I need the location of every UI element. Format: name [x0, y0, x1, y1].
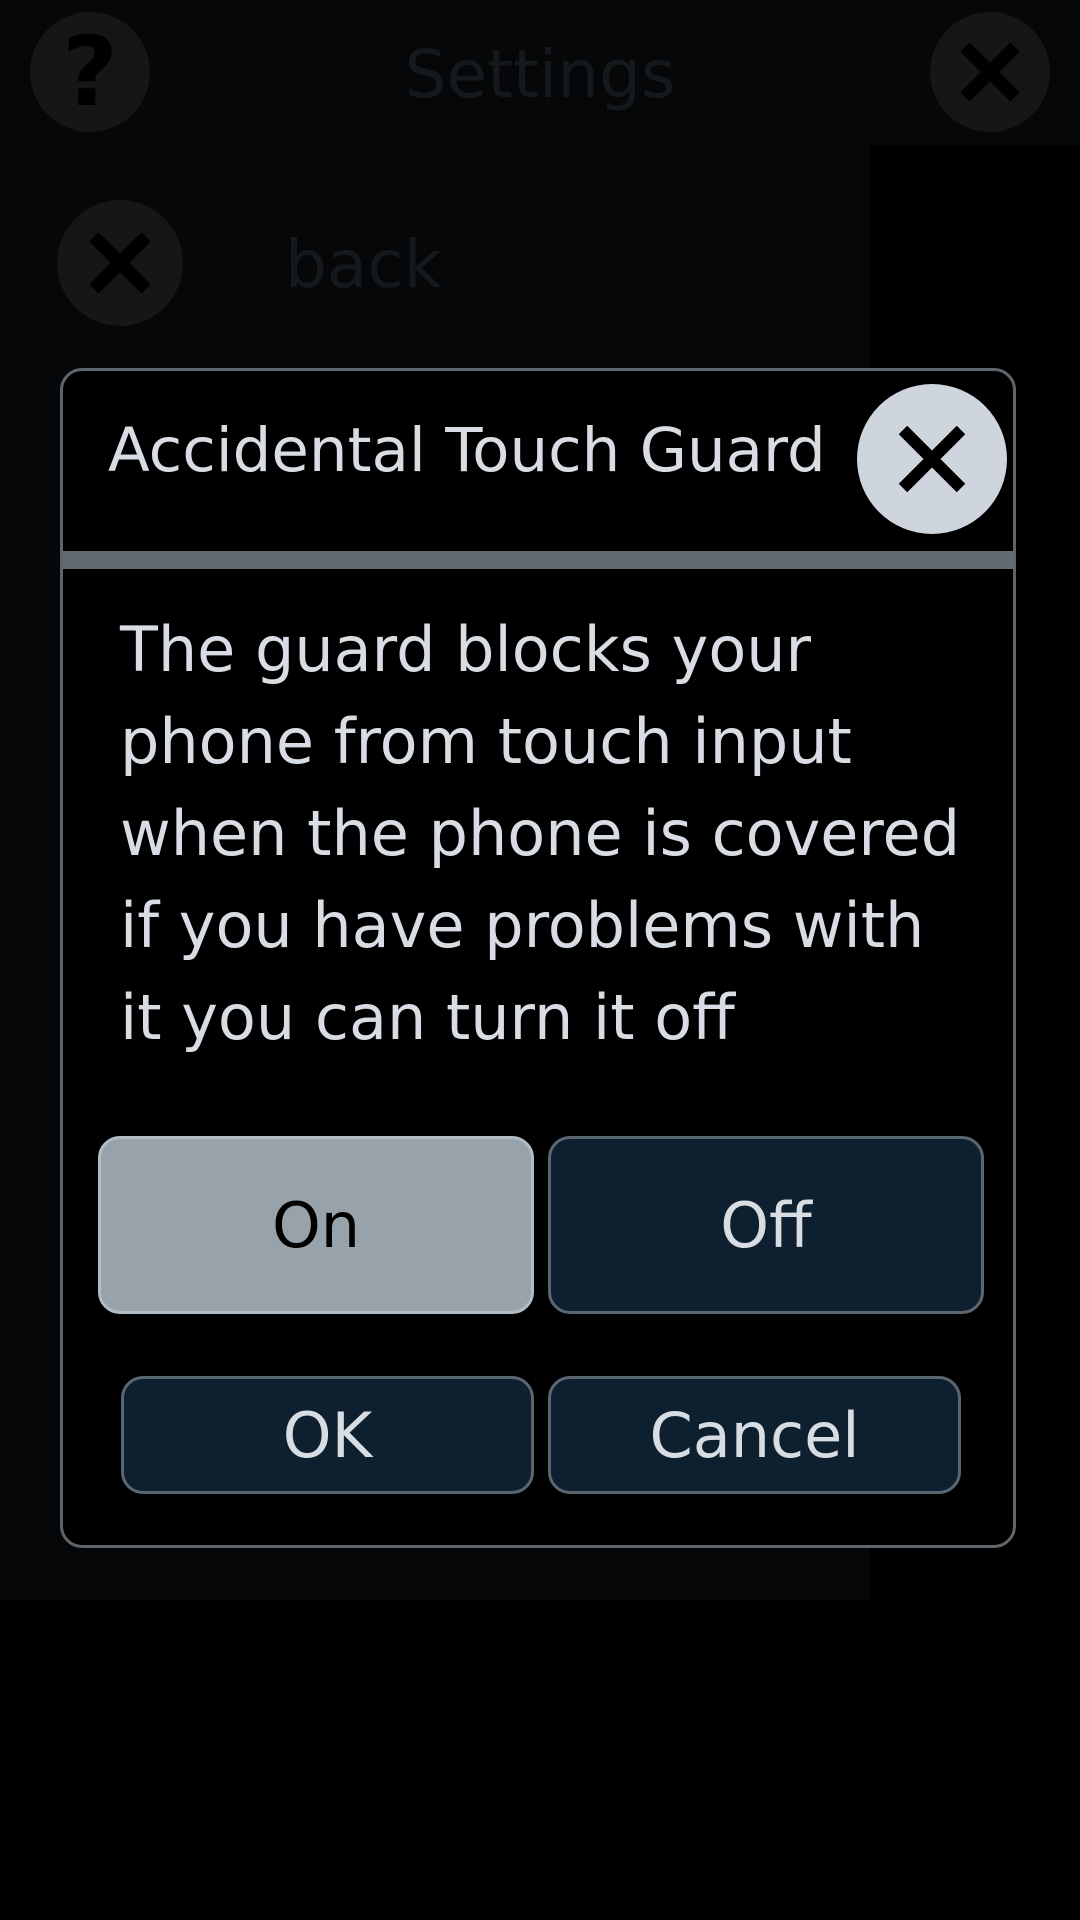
off-button-label: Off — [720, 1188, 812, 1262]
back-button[interactable] — [57, 200, 183, 326]
ok-button-label: OK — [282, 1398, 373, 1472]
back-close-icon — [89, 232, 151, 294]
dialog-message: The guard blocks your phone from touch i… — [120, 613, 961, 1054]
dialog-close-button[interactable] — [857, 384, 1007, 534]
title-divider — [63, 551, 1013, 569]
accidental-touch-guard-dialog: Accidental Touch Guard The guard blocks … — [60, 368, 1016, 1548]
close-icon — [960, 42, 1020, 102]
settings-close-button[interactable] — [930, 12, 1050, 132]
ok-button[interactable]: OK — [121, 1376, 534, 1494]
dialog-title: Accidental Touch Guard — [108, 415, 826, 486]
page-title: Settings — [404, 36, 676, 113]
screen: ? Settings back Accidental Touch Guard T… — [0, 0, 1080, 1920]
close-icon — [898, 425, 966, 493]
off-button[interactable]: Off — [548, 1136, 984, 1314]
on-button[interactable]: On — [98, 1136, 534, 1314]
cancel-button[interactable]: Cancel — [548, 1376, 961, 1494]
cancel-button-label: Cancel — [649, 1398, 860, 1472]
on-button-label: On — [271, 1188, 361, 1262]
back-label[interactable]: back — [285, 225, 442, 305]
